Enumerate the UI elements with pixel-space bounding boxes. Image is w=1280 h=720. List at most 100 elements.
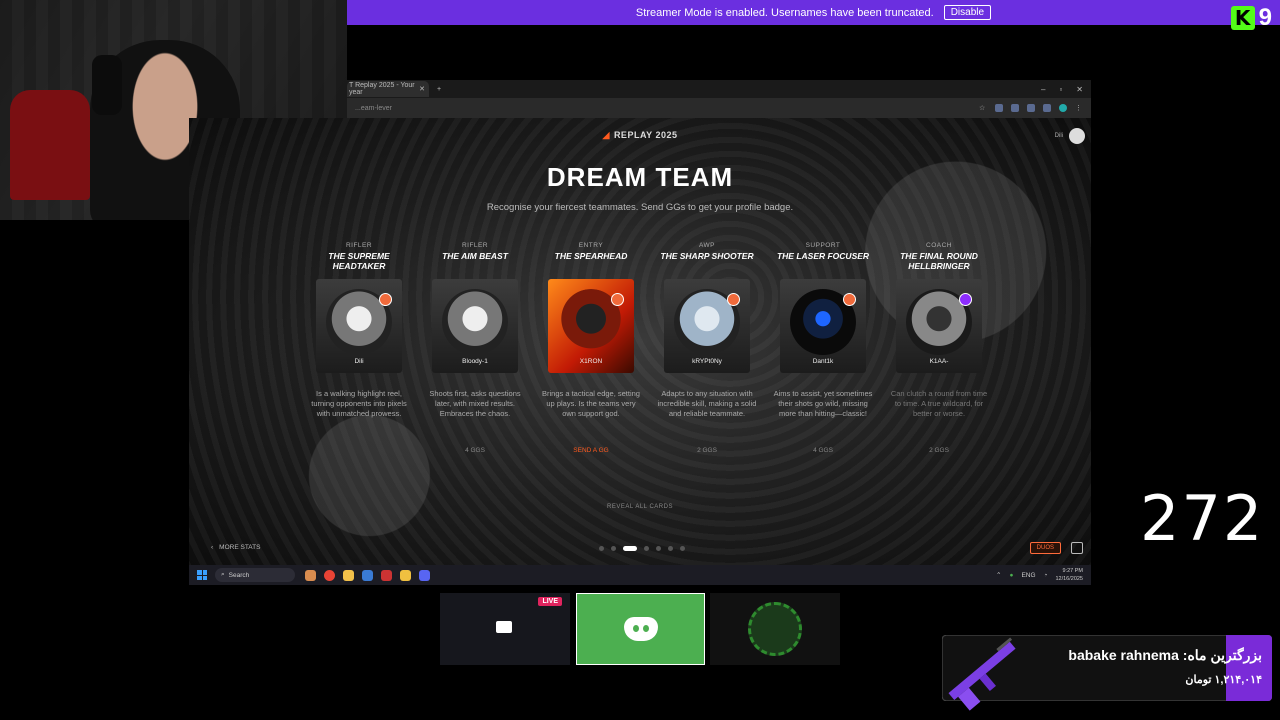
menu-kebab-icon[interactable]: ⋮ bbox=[1075, 104, 1083, 112]
disable-button[interactable]: Disable bbox=[943, 5, 992, 20]
mic-icon[interactable]: ● bbox=[1010, 572, 1014, 579]
page-dot[interactable] bbox=[680, 546, 685, 551]
replay-label: ◢ REPLAY 2025 bbox=[602, 130, 678, 140]
card-portrait: Dant1k bbox=[780, 279, 866, 373]
scene-thumbnail-desktop[interactable]: LIVE bbox=[440, 593, 570, 665]
page-dot[interactable] bbox=[611, 546, 616, 551]
page-dot[interactable] bbox=[668, 546, 673, 551]
player-name: Dili bbox=[354, 358, 364, 365]
lang-indicator[interactable]: ENG bbox=[1021, 572, 1035, 579]
app-icon[interactable] bbox=[400, 569, 411, 581]
folder-icon[interactable] bbox=[343, 569, 354, 581]
card-role: RIFLER bbox=[461, 242, 489, 249]
card-description: Brings a tactical edge, setting up plays… bbox=[542, 389, 640, 418]
rank-badge-icon bbox=[727, 293, 740, 306]
browser-tab[interactable]: T Replay 2025 - Your year ✕ bbox=[347, 81, 429, 97]
pagination-dots bbox=[599, 546, 685, 551]
clock-date: 12/16/2025 bbox=[1055, 576, 1083, 582]
search-label: Search bbox=[228, 571, 250, 579]
url-field[interactable]: ...eam-lever bbox=[355, 105, 979, 112]
live-badge: LIVE bbox=[538, 597, 562, 606]
card-portrait: X1RON bbox=[548, 279, 634, 373]
player-name: Bloody-1 bbox=[462, 358, 488, 365]
card-title: THE LASER FOCUSER bbox=[776, 251, 870, 261]
rank-badge-icon bbox=[843, 293, 856, 306]
extension-icon[interactable] bbox=[1043, 104, 1051, 112]
rifle-icon bbox=[948, 637, 1016, 711]
card-portrait: K1AA- bbox=[896, 279, 982, 373]
extension-icon[interactable] bbox=[1027, 104, 1035, 112]
card-title: THE SPEARHEAD bbox=[554, 251, 628, 261]
page-dot[interactable] bbox=[656, 546, 661, 551]
chrome-icon[interactable] bbox=[324, 569, 335, 581]
player-card[interactable]: ENTRY THE SPEARHEAD X1RON Brings a tacti… bbox=[533, 242, 649, 454]
kick-count: 9 bbox=[1258, 4, 1272, 31]
gg-count[interactable]: 4 GGS bbox=[417, 447, 533, 454]
page-subtitle: Recognise your fiercest teammates. Send … bbox=[486, 202, 794, 213]
gg-count[interactable]: 2 GGS bbox=[649, 447, 765, 454]
close-window-icon[interactable]: ✕ bbox=[1076, 85, 1083, 94]
duos-button[interactable]: DUOS bbox=[1029, 542, 1061, 554]
replay-page: Dili ◢ REPLAY 2025 DREAM TEAM Recognise y… bbox=[189, 118, 1091, 565]
card-title: THE SHARP SHOOTER bbox=[660, 251, 754, 261]
more-stats-label: MORE STATS bbox=[219, 544, 261, 551]
search-icon: ⌕ bbox=[221, 571, 225, 578]
app-icon[interactable] bbox=[381, 569, 392, 581]
card-portrait: Bloody-1 bbox=[432, 279, 518, 373]
taskbar-apps bbox=[305, 569, 430, 581]
more-stats-button[interactable]: ‹ MORE STATS bbox=[211, 544, 260, 551]
player-name: X1RON bbox=[579, 358, 603, 365]
card-description: Can clutch a round from time to time. A … bbox=[890, 389, 988, 418]
scene-thumbnail-avatar[interactable] bbox=[710, 593, 840, 665]
clock[interactable]: 9:27 PM 12/16/2025 bbox=[1055, 567, 1083, 583]
page-dot[interactable] bbox=[644, 546, 649, 551]
chevron-up-icon[interactable]: ⌃ bbox=[996, 571, 1001, 579]
rank-badge-icon bbox=[611, 293, 624, 306]
gg-count[interactable]: 4 GGS bbox=[765, 447, 881, 454]
gaming-chair bbox=[10, 90, 90, 200]
extension-icon[interactable] bbox=[1011, 104, 1019, 112]
card-title: THE AIM BEAST bbox=[442, 251, 508, 261]
wifi-icon[interactable]: ◔ bbox=[1044, 572, 1048, 579]
player-card[interactable]: COACH THE FINAL ROUND HELLBRINGER K1AA- … bbox=[881, 242, 997, 454]
card-description: Shoots first, asks questions later, with… bbox=[429, 389, 521, 418]
send-gg-button[interactable]: SEND A GG bbox=[533, 447, 649, 454]
cart-icon[interactable] bbox=[1071, 542, 1083, 554]
extension-icon[interactable] bbox=[995, 104, 1003, 112]
close-tab-icon[interactable]: ✕ bbox=[419, 85, 425, 93]
taskbar-search[interactable]: ⌕ Search bbox=[215, 568, 295, 582]
player-card[interactable]: SUPPORT THE LASER FOCUSER Dant1k Aims to… bbox=[765, 242, 881, 454]
discord-icon[interactable] bbox=[419, 569, 430, 581]
card-portrait: kRYPt0Ny bbox=[664, 279, 750, 373]
card-portrait: Dili bbox=[316, 279, 402, 373]
discord-logo-icon bbox=[623, 617, 658, 641]
rank-badge-icon bbox=[959, 293, 972, 306]
windows-start-icon[interactable] bbox=[197, 570, 207, 580]
page-title: DREAM TEAM bbox=[546, 162, 734, 192]
windows-taskbar: ⌕ Search ⌃ ● ENG ◔ 9:27 PM 12/16/2025 bbox=[189, 565, 1091, 585]
minimize-icon[interactable]: – bbox=[1041, 85, 1045, 94]
avatar-icon bbox=[748, 602, 802, 656]
donor-name: بزرگترین ماه: babake rahnema bbox=[1068, 647, 1262, 663]
new-tab-icon[interactable]: + bbox=[437, 86, 441, 93]
dream-team-cards: RIFLER THE SUPREME HEADTAKER Dili Is a w… bbox=[301, 242, 987, 482]
card-role: RIFLER bbox=[345, 242, 373, 249]
maximize-icon[interactable]: ▫ bbox=[1059, 85, 1062, 94]
scene-thumbnail-discord[interactable] bbox=[576, 593, 705, 665]
profile-icon[interactable] bbox=[1059, 104, 1067, 112]
bookmark-star-icon[interactable]: ☆ bbox=[979, 104, 987, 112]
clock-time: 9:27 PM bbox=[1062, 568, 1083, 574]
app-icon[interactable] bbox=[305, 569, 316, 581]
page-dot[interactable] bbox=[599, 546, 604, 551]
monitor-icon bbox=[496, 621, 512, 633]
donor-amount: ۱,۲۱۴,۰۱۴ تومان bbox=[1185, 674, 1262, 686]
app-icon[interactable] bbox=[362, 569, 373, 581]
player-card[interactable]: RIFLER THE SUPREME HEADTAKER Dili Is a w… bbox=[301, 242, 417, 447]
player-card[interactable]: AWP THE SHARP SHOOTER kRYPt0Ny Adapts to… bbox=[649, 242, 765, 454]
card-description: Aims to assist, yet sometimes their shot… bbox=[773, 389, 873, 418]
page-dot-active[interactable] bbox=[623, 546, 637, 551]
player-card[interactable]: RIFLER THE AIM BEAST Bloody-1 Shoots fir… bbox=[417, 242, 533, 454]
chevron-left-icon: ‹ bbox=[211, 544, 214, 551]
gg-count[interactable]: 2 GGS bbox=[881, 447, 997, 454]
reveal-all-button[interactable]: REVEAL ALL CARDS bbox=[189, 504, 1091, 510]
